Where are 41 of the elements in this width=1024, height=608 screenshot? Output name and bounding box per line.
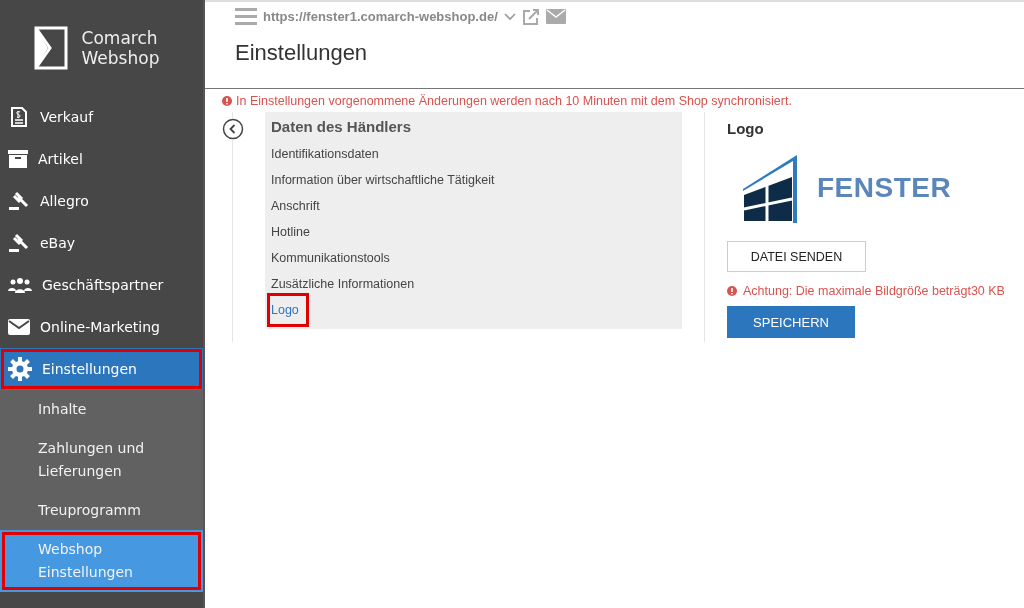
sidebar-subitem[interactable]: Inhalte <box>0 390 203 429</box>
sidebar-item[interactable]: Verkauf <box>0 96 203 138</box>
page-title: Einstellungen <box>235 40 369 67</box>
section-link[interactable]: Hotline <box>271 219 316 245</box>
section-link[interactable]: Information über wirtschaftliche Tätigkeit <box>271 167 501 193</box>
alert-icon <box>222 96 232 106</box>
size-warning: Achtung: Die maximale Bildgröße beträgt30 KB <box>743 284 1005 298</box>
logo-heading: Logo <box>727 120 764 137</box>
alert-icon <box>727 286 737 296</box>
back-icon[interactable] <box>222 118 244 140</box>
gear-icon <box>8 357 32 381</box>
sidebar-item[interactable]: Geschäftspartner <box>0 264 203 306</box>
logo-wordmark: FENSTER <box>817 172 952 204</box>
sidebar-subitem[interactable]: Treuprogramm <box>0 491 203 530</box>
sidebar-item[interactable]: eBay <box>0 222 203 264</box>
section-link[interactable]: Identifikationsdaten <box>271 141 385 167</box>
envelope-icon[interactable] <box>545 9 566 24</box>
brand-name: Comarch Webshop <box>81 28 160 68</box>
people-icon <box>8 277 32 293</box>
sidebar-item[interactable]: Allegro <box>0 180 203 222</box>
section-link[interactable]: Kommunikationstools <box>271 245 396 271</box>
sync-notice: In Einstellungen vorgenommene Änderungen werden nach 10 Minuten mit dem Shop synchronisiert. <box>236 94 792 108</box>
section-link[interactable]: Zusätzliche Informationen <box>271 271 421 297</box>
sidebar-subitem[interactable]: Zahlungen und Lieferungen <box>0 429 203 491</box>
gavel-icon <box>8 233 30 253</box>
external-link-icon[interactable] <box>521 7 540 26</box>
section-link[interactable]: Anschrift <box>271 193 326 219</box>
shop-url[interactable]: https://fenster1.comarch-webshop.de/ <box>263 9 498 24</box>
receipt-icon <box>8 106 30 128</box>
gavel-icon <box>8 191 30 211</box>
sidebar-item[interactable]: Artikel <box>0 138 203 180</box>
sidebar-item[interactable]: Online-Marketing <box>0 306 203 348</box>
brand-logo-icon <box>33 26 68 70</box>
section-title: Daten des Händlers <box>271 118 413 135</box>
box-icon <box>8 150 28 168</box>
envelope-icon <box>8 319 30 335</box>
sidebar-item[interactable]: Einstellungen <box>0 348 203 390</box>
save-button[interactable]: SPEICHERN <box>727 306 855 338</box>
menu-icon[interactable] <box>235 7 257 26</box>
chevron-down-icon[interactable] <box>503 12 516 21</box>
upload-button[interactable]: DATEI SENDEN <box>727 241 866 272</box>
